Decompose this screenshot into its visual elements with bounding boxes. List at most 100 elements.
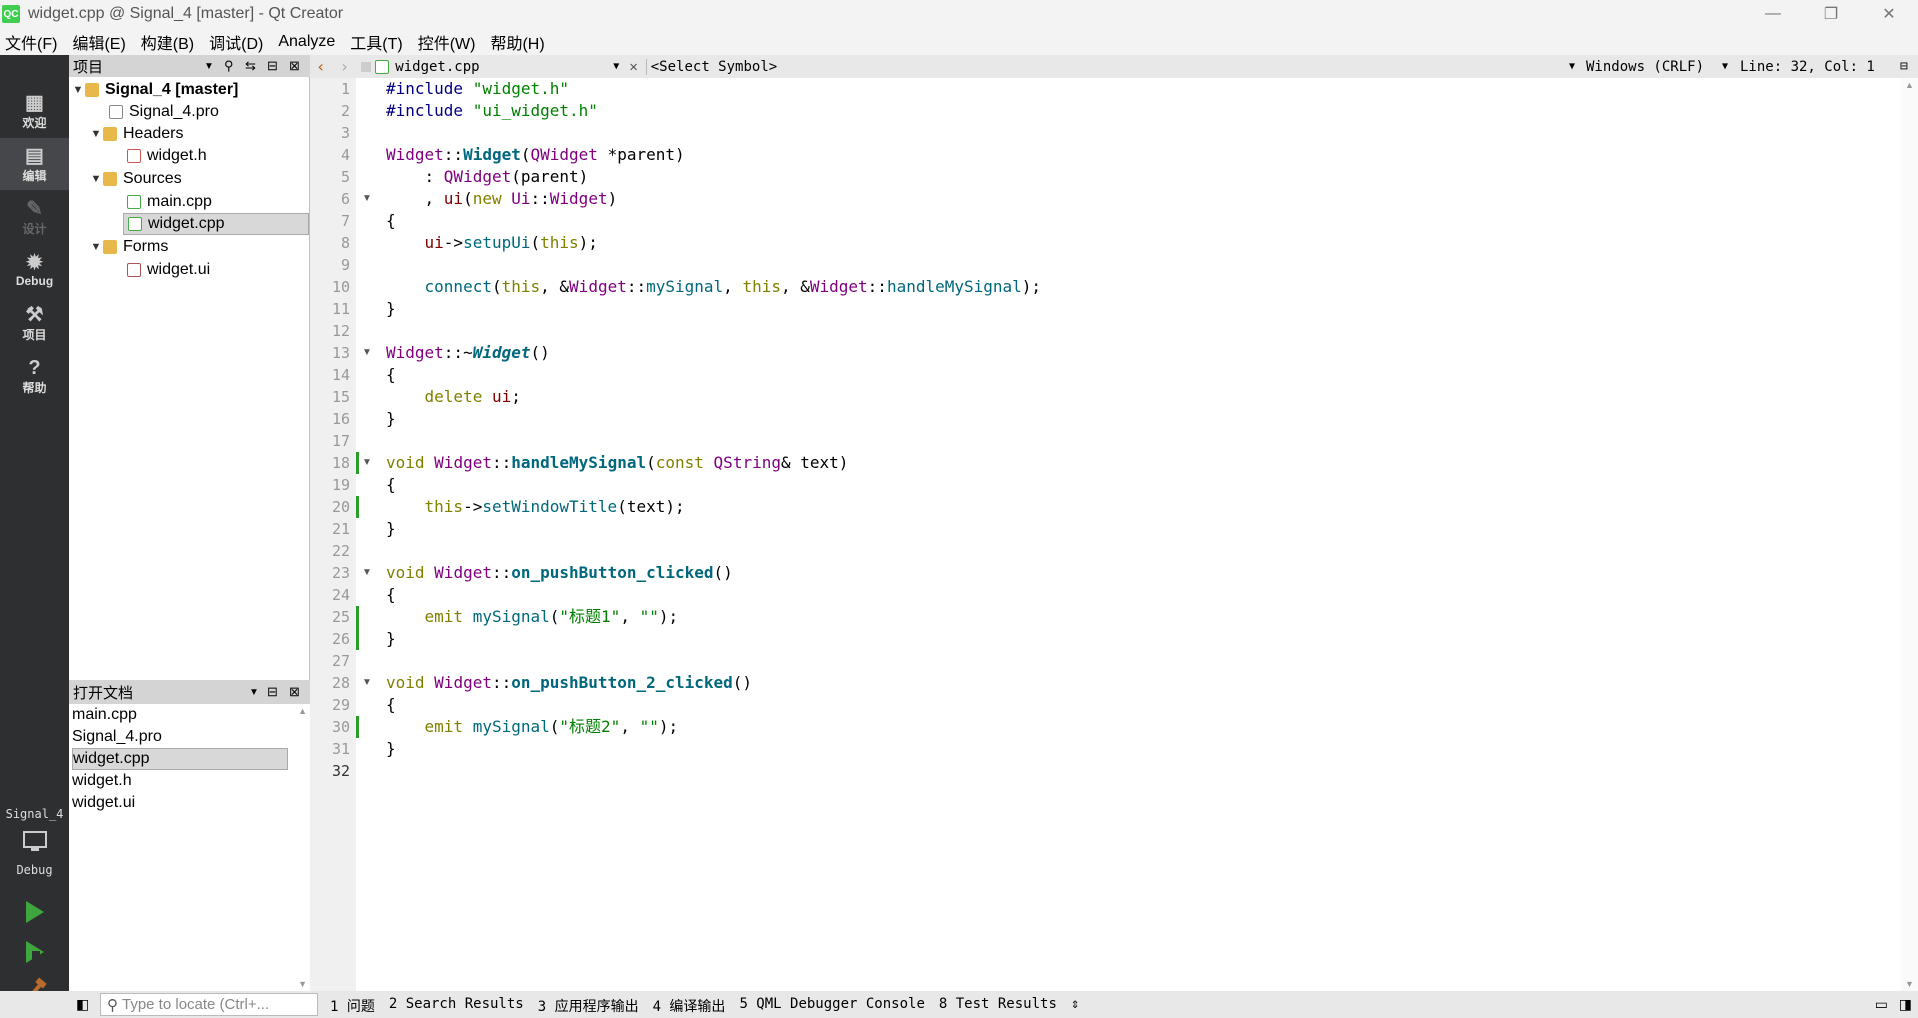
fold-arrow-icon[interactable]: ▼ [362, 342, 372, 364]
menu-build[interactable]: 构建(B) [136, 30, 199, 54]
header-file-icon [127, 149, 141, 163]
edit-icon: ▤ [25, 144, 44, 167]
forward-arrow-icon[interactable]: › [340, 57, 350, 76]
menu-edit[interactable]: 编辑(E) [67, 30, 130, 54]
mode-edit[interactable]: ▤ 编辑 [0, 138, 69, 190]
project-folder-icon [85, 83, 99, 97]
tree-item-sources[interactable]: ▼ Sources [89, 168, 182, 190]
tab-search-results[interactable]: 2 Search Results [389, 996, 524, 1016]
tab-qml-debugger-console[interactable]: 5 QML Debugger Console [739, 996, 924, 1016]
close-pane-icon[interactable]: ⊠ [289, 684, 300, 700]
mode-design[interactable]: ✎ 设计 [0, 191, 69, 243]
project-pane-title: 项目 [73, 58, 104, 76]
tab-test-results[interactable]: 8 Test Results [939, 996, 1057, 1016]
toggle-sidebar-icon[interactable]: ◧ [76, 996, 89, 1013]
scroll-down-arrow-icon[interactable]: ▼ [298, 979, 307, 989]
progress-icon[interactable]: ▭ [1875, 996, 1888, 1013]
fold-arrow-icon[interactable]: ▼ [362, 672, 372, 694]
encoding-selector[interactable]: Windows (CRLF) [1586, 59, 1704, 75]
fold-arrow-icon[interactable]: ▼ [362, 452, 372, 474]
mode-help[interactable]: ? 帮助 [0, 350, 69, 402]
fold-arrow-icon[interactable]: ▼ [362, 562, 372, 584]
tree-item-label: widget.ui [147, 261, 211, 278]
chevron-down-icon[interactable]: ▼ [249, 687, 259, 698]
code-line: { [386, 211, 396, 230]
tree-item-forms[interactable]: ▼ Forms [89, 236, 169, 258]
symbol-selector[interactable]: <Select Symbol> [645, 58, 777, 75]
pro-file-icon [109, 105, 123, 119]
cursor-position[interactable]: Line: 32, Col: 1 [1740, 59, 1875, 75]
tree-item-project[interactable]: ▼ Signal_4 [master] [71, 79, 239, 101]
scroll-up-arrow-icon[interactable]: ▲ [1905, 80, 1914, 90]
toggle-right-sidebar-icon[interactable]: ◨ [1899, 996, 1912, 1013]
menu-help[interactable]: 帮助(H) [485, 30, 549, 54]
minimize-button[interactable]: — [1744, 0, 1802, 28]
file-selector[interactable]: widget.cpp [395, 59, 613, 75]
editor-scrollbar[interactable]: ▲ ▼ [1901, 78, 1918, 991]
tab-application-output[interactable]: 3 应用程序输出 [538, 996, 639, 1016]
code-line: void Widget::on_pushButton_2_clicked() [386, 673, 753, 692]
filter-icon[interactable]: ⚲ [224, 58, 234, 74]
expanded-arrow-icon[interactable]: ▼ [71, 84, 85, 96]
run-button[interactable] [0, 895, 69, 929]
menu-file[interactable]: 文件(F) [0, 30, 62, 54]
open-doc-item[interactable]: main.cpp [72, 704, 292, 726]
code-editor[interactable]: ▼ ▼ ▼ ▼ ▼ #include "widget.h" #include "… [310, 78, 1918, 991]
expanded-arrow-icon[interactable]: ▼ [89, 241, 103, 253]
tree-item-headers[interactable]: ▼ Headers [89, 123, 184, 145]
chevron-down-icon[interactable]: ▼ [204, 61, 214, 72]
line-number: 25 [331, 608, 350, 626]
close-file-icon[interactable]: ✕ [629, 59, 637, 75]
expanded-arrow-icon[interactable]: ▼ [89, 128, 103, 140]
tab-compile-output[interactable]: 4 编译输出 [653, 996, 726, 1016]
debug-run-button[interactable] [0, 935, 69, 969]
locator-box[interactable]: ⚲ Type to locate (Ctrl+... [100, 993, 318, 1016]
menu-widgets[interactable]: 控件(W) [413, 30, 481, 54]
tree-item-widget-ui[interactable]: widget.ui [127, 259, 210, 281]
link-icon[interactable]: ⇆ [245, 58, 256, 74]
more-tabs-icon[interactable]: ⇕ [1071, 996, 1079, 1016]
line-number: 4 [340, 146, 350, 164]
split-icon[interactable]: ⊟ [267, 58, 278, 74]
menu-tools[interactable]: 工具(T) [345, 30, 407, 54]
open-doc-item[interactable]: widget.ui [72, 792, 292, 814]
kit-project-label: Signal_4 [5, 807, 64, 821]
expanded-arrow-icon[interactable]: ▼ [89, 173, 103, 185]
restore-button[interactable]: ❐ [1802, 0, 1860, 28]
split-icon[interactable]: ⊟ [1900, 59, 1908, 74]
tree-item-pro-file[interactable]: Signal_4.pro [109, 101, 219, 123]
mode-projects[interactable]: ⚒ 项目 [0, 297, 69, 349]
open-doc-item[interactable]: widget.h [72, 770, 292, 792]
open-doc-item[interactable]: Signal_4.pro [72, 726, 292, 748]
mode-debug[interactable]: ✹ Debug [0, 244, 69, 296]
close-button[interactable]: ✕ [1860, 0, 1918, 28]
back-arrow-icon[interactable]: ‹ [316, 57, 326, 76]
tab-issues[interactable]: 1 问题 [330, 996, 375, 1016]
kit-selector-button[interactable] [0, 827, 69, 857]
chevron-down-icon[interactable]: ▼ [1569, 61, 1575, 72]
fold-arrow-icon[interactable]: ▼ [362, 188, 372, 210]
line-number: 21 [331, 520, 350, 538]
open-doc-item[interactable]: widget.cpp [72, 748, 288, 770]
menu-analyze[interactable]: Analyze [273, 33, 340, 51]
code-line: this->setWindowTitle(text); [424, 497, 685, 516]
code-line: { [386, 475, 396, 494]
scroll-down-arrow-icon[interactable]: ▼ [1905, 979, 1914, 989]
scroll-up-arrow-icon[interactable]: ▲ [298, 706, 307, 716]
tree-item-main-cpp[interactable]: main.cpp [127, 191, 212, 213]
code-line: } [386, 299, 396, 318]
monitor-icon [22, 831, 47, 851]
split-icon[interactable]: ⊟ [267, 684, 278, 700]
code-line: emit mySignal("标题2", ""); [424, 717, 679, 736]
tree-item-widget-h[interactable]: widget.h [127, 145, 207, 167]
chevron-down-icon[interactable]: ▼ [1722, 61, 1728, 72]
close-pane-icon[interactable]: ⊠ [289, 58, 300, 74]
ui-file-icon [127, 263, 141, 277]
mode-welcome[interactable]: ▦ 欢迎 [0, 85, 69, 137]
locator-input[interactable]: Type to locate (Ctrl+... [122, 996, 269, 1013]
project-pane-header: 项目 ▼ ⚲ ⇆ ⊟ ⊠ [69, 55, 310, 77]
line-number: 28 [331, 674, 350, 692]
chevron-down-icon[interactable]: ▼ [613, 61, 619, 72]
menu-debug[interactable]: 调试(D) [204, 30, 268, 54]
tree-item-widget-cpp[interactable]: widget.cpp [123, 213, 309, 235]
